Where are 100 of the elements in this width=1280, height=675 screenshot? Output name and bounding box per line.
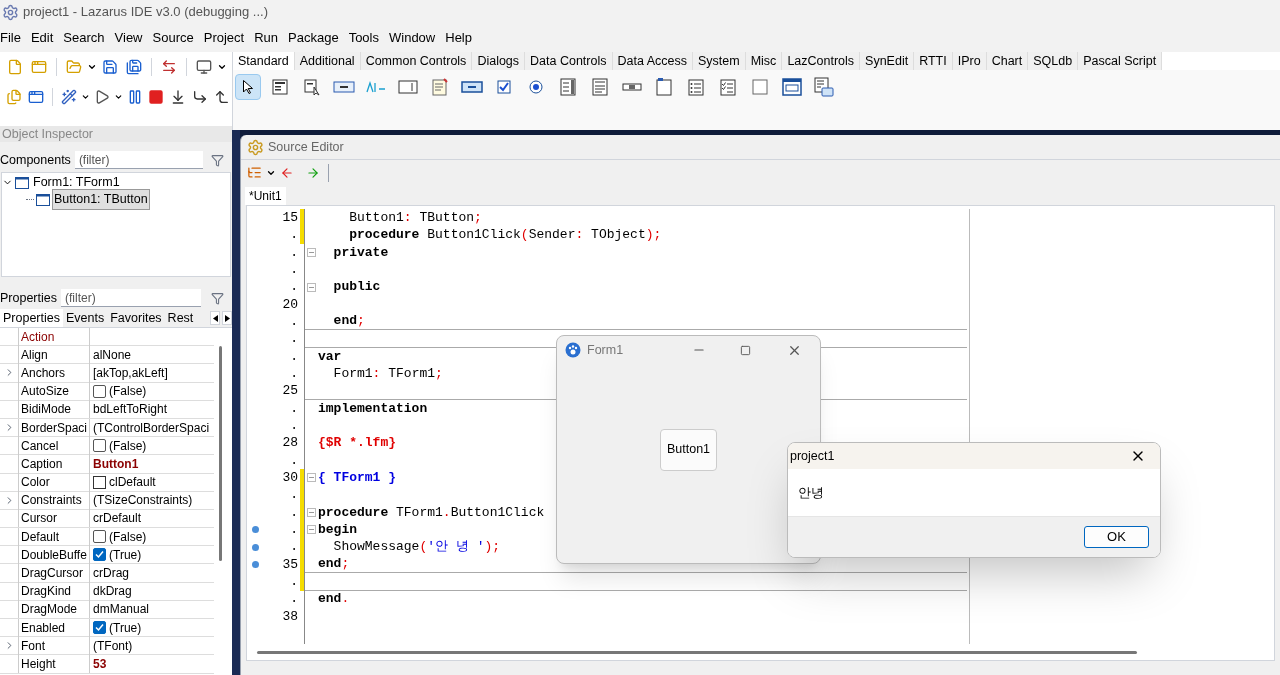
code-line: end;	[332, 312, 365, 331]
checkbox[interactable]	[93, 621, 106, 635]
code-line: Button1: TButton;	[348, 208, 482, 227]
checkbox[interactable]	[93, 439, 106, 453]
menu-item[interactable]: Project	[198, 28, 250, 48]
listbox-icon	[560, 78, 576, 96]
checkbox[interactable]	[93, 384, 106, 398]
palette-tab[interactable]: Dialogs	[472, 52, 526, 70]
menu-item[interactable]: Help	[440, 28, 477, 48]
palette-tab[interactable]: SynEdit	[860, 52, 915, 70]
fold-marker[interactable]	[307, 525, 316, 535]
line-number: .	[289, 260, 299, 279]
palette-tab[interactable]: Data Controls	[525, 52, 613, 70]
tab[interactable]: Favorites	[107, 309, 165, 327]
property-name: Action	[18, 327, 90, 346]
property-name: BorderSpaci	[18, 418, 90, 437]
jump-icon[interactable]	[247, 165, 262, 180]
back-icon[interactable]	[280, 165, 294, 180]
property-name: Color	[18, 473, 90, 492]
palette-tab[interactable]: Common Controls	[360, 52, 473, 70]
toggle-icon	[461, 80, 483, 94]
tab[interactable]: Events	[63, 309, 108, 327]
caret-icon	[113, 92, 123, 102]
components-label: Components	[0, 151, 71, 169]
window-title: Form1	[587, 341, 624, 359]
property-name: Cancel	[18, 436, 90, 455]
palette-tab[interactable]: RTTI	[914, 52, 953, 70]
property-name: DoubleBuffe	[18, 545, 90, 564]
clear-filter-icon[interactable]	[211, 153, 224, 167]
code-line: procedure TForm1.Button1Click	[318, 503, 545, 522]
tree-item[interactable]: Button1: TButton	[52, 189, 150, 210]
property-value: Button1	[93, 455, 139, 473]
line-number: 30	[281, 469, 299, 488]
color-swatch	[93, 475, 106, 489]
line-number: .	[289, 590, 299, 609]
checkbox[interactable]	[93, 530, 106, 544]
palette-tab[interactable]: Pascal Script	[1078, 52, 1163, 70]
form-button[interactable]: Button1	[660, 428, 717, 471]
property-value: dmManual	[93, 601, 150, 619]
code-line: end.	[318, 590, 350, 609]
code-line: private	[332, 243, 389, 262]
caret-icon	[217, 62, 227, 72]
clear-filter-icon[interactable]	[211, 291, 224, 305]
tab[interactable]: Rest	[164, 309, 197, 327]
menu-item[interactable]: Edit	[25, 28, 59, 48]
palette-tab[interactable]: Chart	[986, 52, 1029, 70]
maximize-icon[interactable]	[740, 344, 751, 356]
palette-tab[interactable]: Additional	[294, 52, 361, 70]
scroll-right-icon[interactable]	[222, 311, 232, 325]
menu-item[interactable]: Run	[249, 28, 284, 48]
panel-icon	[752, 79, 768, 95]
line-number: .	[289, 365, 299, 383]
fold-marker[interactable]	[307, 247, 316, 257]
menu-item[interactable]: File	[0, 28, 26, 48]
property-name: Default	[18, 527, 90, 546]
palette-tab[interactable]: SQLdb	[1028, 52, 1079, 70]
filter-field[interactable]: (filter)	[61, 289, 201, 307]
code-line: { TForm1 }	[318, 469, 396, 488]
property-value: (True)	[109, 619, 142, 637]
code-line: begin	[318, 521, 357, 540]
scroll-left-icon[interactable]	[210, 311, 220, 325]
code-line: {$R *.lfm}	[318, 434, 396, 453]
line-number: .	[289, 486, 299, 505]
groupbox-icon	[656, 78, 672, 96]
filter-field[interactable]: (filter)	[74, 151, 203, 169]
palette-tab[interactable]: LazControls	[782, 52, 861, 70]
palette-tab[interactable]: IPro	[952, 52, 987, 70]
ok-button[interactable]: OK	[1084, 526, 1149, 548]
menu-item[interactable]: Source	[147, 28, 199, 48]
menu-item[interactable]: Tools	[343, 28, 384, 48]
menu-item[interactable]: Package	[283, 28, 344, 48]
property-value: (TSizeConstraints)	[93, 492, 193, 510]
forward-icon[interactable]	[306, 165, 320, 180]
property-name: Cursor	[18, 509, 90, 528]
property-name: Enabled	[18, 618, 90, 637]
menu-item[interactable]: Window	[384, 28, 441, 48]
line-number: .	[289, 313, 299, 331]
line-number: .	[289, 451, 299, 470]
gear-icon	[247, 138, 264, 156]
palette-tab[interactable]: System	[693, 52, 746, 70]
property-value: (TControlBorderSpaci	[93, 419, 210, 437]
fold-marker[interactable]	[307, 282, 316, 292]
editor-tab[interactable]: *Unit1	[245, 187, 286, 205]
line-number: 35	[281, 555, 299, 574]
scrollbar[interactable]	[257, 650, 1137, 654]
checkbox[interactable]	[93, 548, 106, 562]
menu-item[interactable]: View	[109, 28, 148, 48]
line-number: 20	[281, 295, 299, 314]
tab[interactable]: Properties	[0, 309, 63, 327]
paw-icon	[565, 342, 581, 358]
fold-marker[interactable]	[307, 508, 316, 517]
palette-tab[interactable]: Data Access	[612, 52, 693, 70]
fold-marker[interactable]	[307, 473, 316, 483]
tool-button[interactable]	[235, 74, 261, 100]
radio-icon	[529, 80, 543, 94]
property-name: Font	[18, 636, 90, 655]
action-list-icon	[814, 77, 834, 97]
menu-item[interactable]: Search	[58, 28, 110, 48]
line-number: .	[289, 243, 299, 262]
palette-tab[interactable]: Misc	[745, 52, 783, 70]
